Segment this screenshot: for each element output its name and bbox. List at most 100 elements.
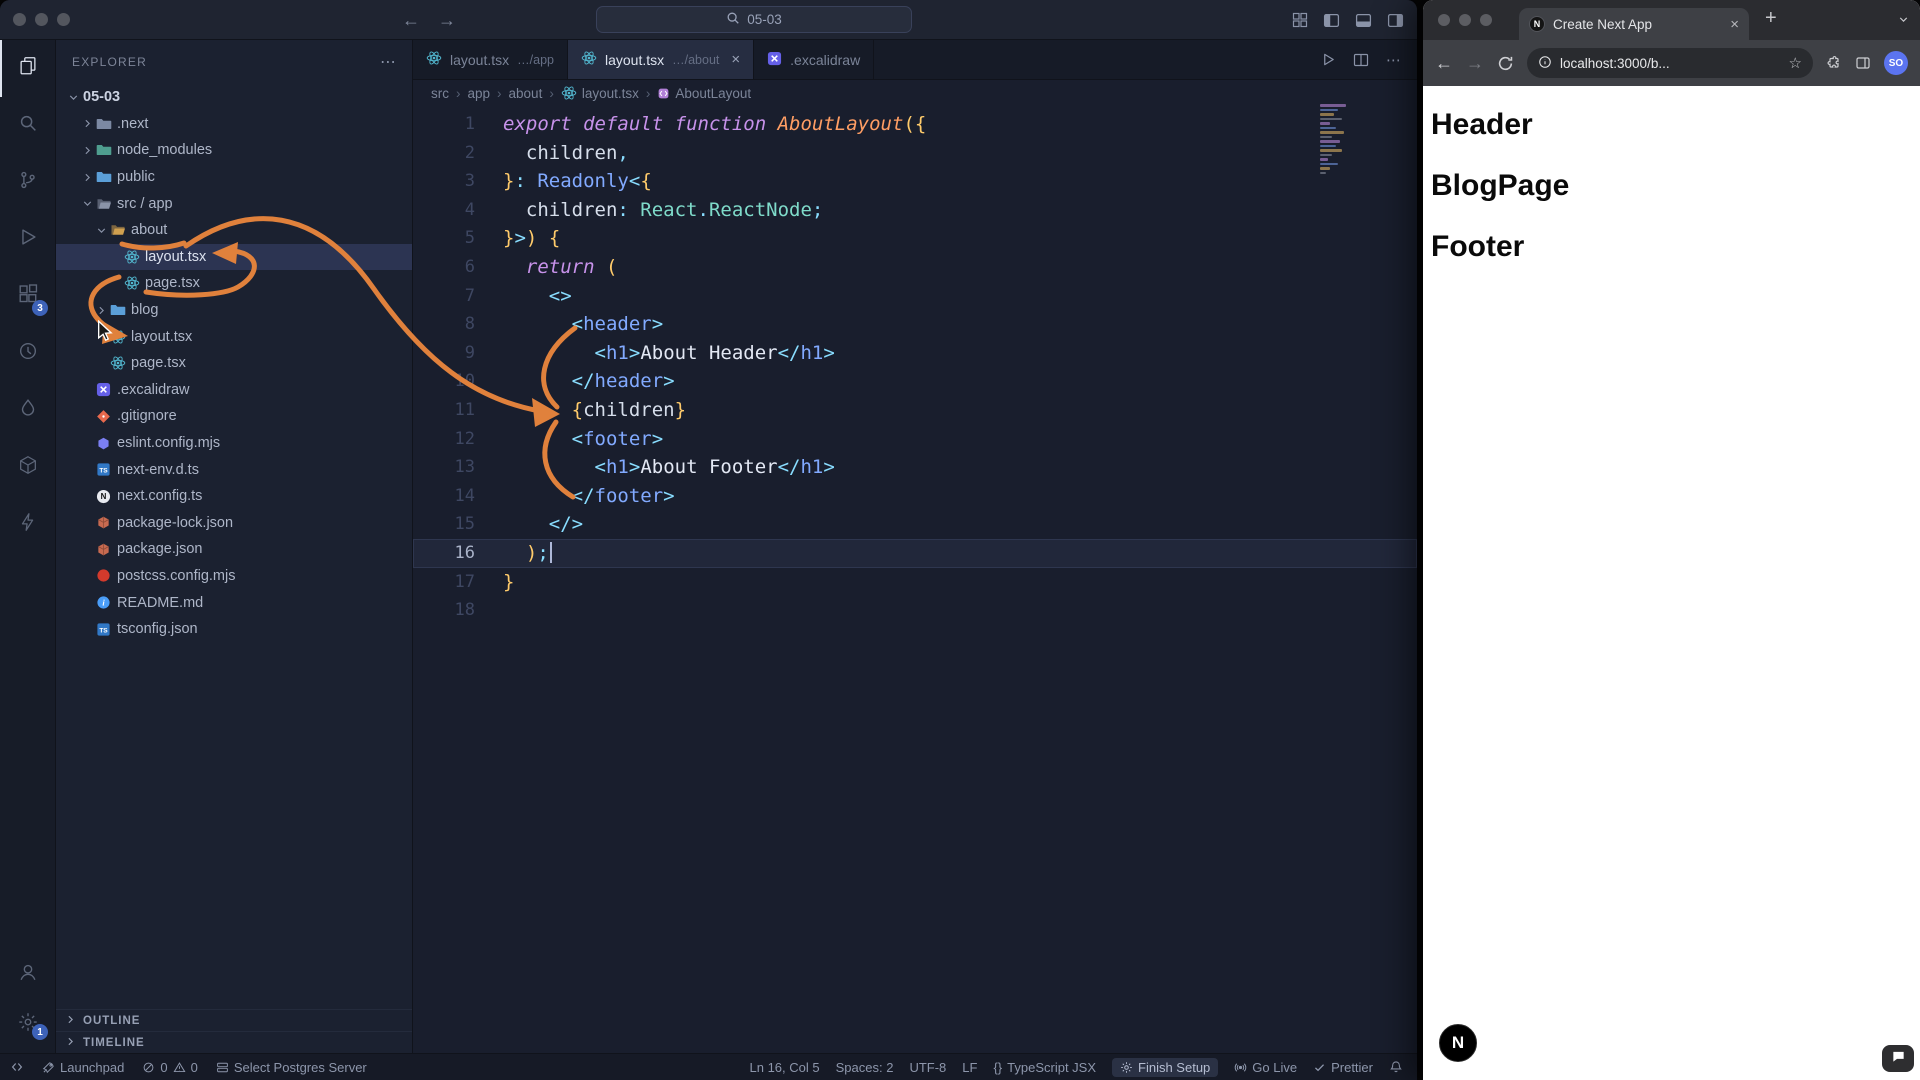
tree-item-src-app[interactable]: src / app <box>56 190 412 217</box>
bookmark-star-icon[interactable]: ☆ <box>1789 54 1802 72</box>
minimize-window-button[interactable] <box>35 13 48 26</box>
tree-item-page-tsx[interactable]: page.tsx <box>56 350 412 377</box>
activity-droplet[interactable] <box>0 382 55 439</box>
status-launchpad[interactable]: Launchpad <box>42 1060 124 1075</box>
breadcrumb-item-about[interactable]: about <box>509 86 543 101</box>
chevron-right-icon <box>64 1035 77 1051</box>
address-bar[interactable]: localhost:3000/b... ☆ <box>1527 48 1813 78</box>
command-center-search[interactable]: 05-03 <box>596 6 912 33</box>
breadcrumb-item-app[interactable]: app <box>468 86 491 101</box>
tree-item-05-03[interactable]: 05-03 <box>56 84 412 111</box>
status-go-live[interactable]: Go Live <box>1234 1060 1297 1075</box>
panel-bottom-icon[interactable] <box>1355 12 1372 29</box>
activity-clock[interactable] <box>0 325 55 382</box>
tree-item-postcss-config-mjs[interactable]: postcss.config.mjs <box>56 563 412 590</box>
tree-item-package-lock-json[interactable]: package-lock.json <box>56 510 412 537</box>
tree-item-about[interactable]: about <box>56 217 412 244</box>
tree-item-eslint-config-mjs[interactable]: eslint.config.mjs <box>56 430 412 457</box>
zoom-window-button[interactable] <box>1480 14 1492 26</box>
browser-forward-icon[interactable]: → <box>1466 53 1484 74</box>
tree-item-tsconfig-json[interactable]: TS tsconfig.json <box>56 616 412 643</box>
nextjs-dev-badge[interactable]: N <box>1439 1024 1477 1062</box>
minimize-window-button[interactable] <box>1459 14 1471 26</box>
run-icon[interactable] <box>1321 52 1336 67</box>
tree-item-label: public <box>117 169 155 186</box>
activity-run-debug[interactable] <box>0 211 55 268</box>
status-problems[interactable]: 00 <box>142 1060 198 1075</box>
status-encoding[interactable]: UTF-8 <box>909 1060 946 1075</box>
tree-item-node-modules[interactable]: node_modules <box>56 137 412 164</box>
breadcrumb-item-layout-tsx[interactable]: layout.tsx <box>561 85 639 101</box>
status-remote[interactable] <box>10 1060 24 1074</box>
status-indentation[interactable]: Spaces: 2 <box>836 1060 894 1075</box>
status-prettier[interactable]: Prettier <box>1313 1060 1373 1075</box>
side-panel-icon[interactable] <box>1855 55 1871 71</box>
activity-search[interactable] <box>0 97 55 154</box>
breadcrumb-item-aboutlayout[interactable]: AboutLayout <box>657 86 751 101</box>
status-cursor-position[interactable]: Ln 16, Col 5 <box>750 1060 820 1075</box>
section-outline[interactable]: OUTLINE <box>56 1009 412 1031</box>
tab-close-icon[interactable]: × <box>1730 16 1739 33</box>
activity-lightning[interactable] <box>0 496 55 553</box>
reload-icon[interactable] <box>1497 55 1514 72</box>
browser-back-icon[interactable]: ← <box>1435 53 1453 74</box>
site-info-icon[interactable] <box>1538 55 1552 72</box>
tree-item-label: package.json <box>117 541 203 558</box>
editor-tab-layout-tsx[interactable]: layout.tsx …/about × <box>567 40 755 79</box>
minimap[interactable] <box>1320 104 1366 174</box>
status-language-mode[interactable]: {} TypeScript JSX <box>993 1060 1096 1075</box>
editor-tab-layout-tsx[interactable]: layout.tsx …/app <box>413 40 568 79</box>
tree-item-layout-tsx[interactable]: layout.tsx <box>56 323 412 350</box>
line-number: 14 <box>454 485 475 506</box>
layout-grid-icon[interactable] <box>1292 12 1308 28</box>
tab-search-chevron-icon[interactable] <box>1897 13 1910 26</box>
tree-item-next-env-d-ts[interactable]: TS next-env.d.ts <box>56 456 412 483</box>
history-forward-icon[interactable]: → <box>438 10 456 31</box>
zoom-window-button[interactable] <box>57 13 70 26</box>
tab-path-hint: …/about <box>672 52 720 67</box>
activity-source-control[interactable] <box>0 154 55 211</box>
split-editor-icon[interactable] <box>1353 52 1369 68</box>
tree-item-public[interactable]: public <box>56 164 412 191</box>
activity-cube[interactable] <box>0 439 55 496</box>
browser-tab[interactable]: N Create Next App × <box>1519 8 1749 40</box>
activity-explorer[interactable] <box>0 40 55 97</box>
activity-settings[interactable]: 1 <box>0 999 55 1049</box>
close-window-button[interactable] <box>13 13 26 26</box>
history-back-icon[interactable]: ← <box>402 10 420 31</box>
tab-close-icon[interactable]: × <box>731 51 740 68</box>
tree-item-package-json[interactable]: package.json <box>56 536 412 563</box>
tree-item-label: node_modules <box>117 142 213 159</box>
panel-left-icon[interactable] <box>1323 12 1340 29</box>
tab-label: layout.tsx <box>450 51 510 68</box>
extensions-puzzle-icon[interactable] <box>1826 55 1842 71</box>
breadcrumb-item-src[interactable]: src <box>431 86 449 101</box>
line-number: 3 <box>464 171 475 192</box>
section-timeline[interactable]: TIMELINE <box>56 1031 412 1053</box>
more-actions-icon[interactable]: ⋯ <box>1386 51 1401 69</box>
status-label: Prettier <box>1331 1059 1373 1075</box>
status-eol[interactable]: LF <box>962 1060 977 1075</box>
panel-right-icon[interactable] <box>1387 12 1404 29</box>
status-postgres[interactable]: Select Postgres Server <box>216 1060 367 1075</box>
chat-widget[interactable] <box>1882 1045 1914 1072</box>
tree-item-next-config-ts[interactable]: Nnext.config.ts <box>56 483 412 510</box>
tree-item-page-tsx[interactable]: page.tsx <box>56 270 412 297</box>
tree-item-blog[interactable]: blog <box>56 297 412 324</box>
status-notifications[interactable] <box>1389 1060 1403 1074</box>
tree-item-excalidraw[interactable]: .excalidraw <box>56 377 412 404</box>
status-finish-setup[interactable]: Finish Setup <box>1112 1057 1219 1077</box>
tree-item-layout-tsx[interactable]: layout.tsx <box>56 243 412 271</box>
editor-tab-excalidraw[interactable]: .excalidraw <box>754 40 875 79</box>
explorer-more-icon[interactable]: ⋯ <box>380 52 396 72</box>
code-editor[interactable]: 1 export default function AboutLayout({2 … <box>413 106 1417 1053</box>
close-window-button[interactable] <box>1438 14 1450 26</box>
activity-extensions[interactable]: 3 <box>0 268 55 325</box>
new-tab-button[interactable]: + <box>1765 7 1777 30</box>
profile-avatar[interactable]: SO <box>1884 51 1908 75</box>
tree-item-readme-md[interactable]: i README.md <box>56 589 412 616</box>
tree-item-gitignore[interactable]: .gitignore <box>56 403 412 430</box>
code-text: <footer> <box>571 427 664 450</box>
activity-account[interactable] <box>0 949 55 999</box>
tree-item-next[interactable]: .next <box>56 111 412 138</box>
